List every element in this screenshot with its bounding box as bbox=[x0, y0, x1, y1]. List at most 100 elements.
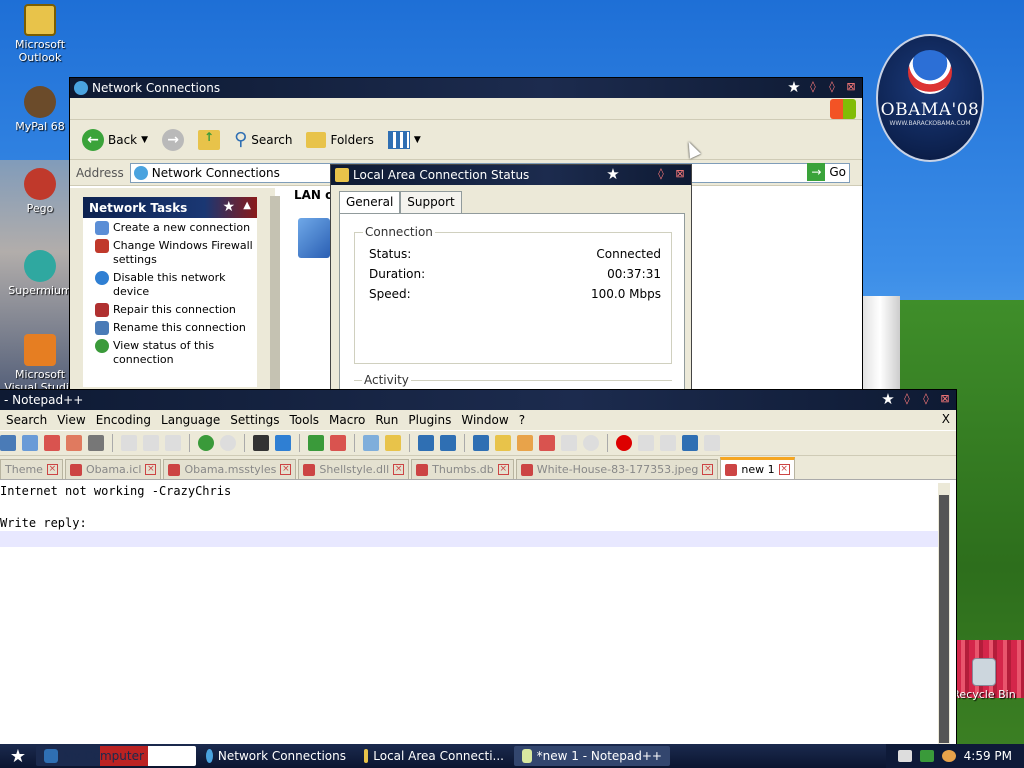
views-button[interactable]: ▼ bbox=[384, 129, 425, 151]
close-document-button[interactable]: X bbox=[942, 412, 950, 426]
menu-window[interactable]: Window bbox=[461, 413, 508, 427]
save-macro-icon[interactable] bbox=[704, 435, 720, 451]
menu-tools[interactable]: Tools bbox=[289, 413, 319, 427]
tab-close-icon[interactable]: × bbox=[145, 464, 157, 475]
tab-support[interactable]: Support bbox=[400, 191, 462, 214]
function-list-icon[interactable] bbox=[539, 435, 555, 451]
tab-close-icon[interactable]: × bbox=[280, 464, 292, 475]
record-macro-icon[interactable] bbox=[616, 435, 632, 451]
start-button[interactable]: ★ bbox=[0, 744, 36, 768]
menu-help[interactable]: ? bbox=[519, 413, 525, 427]
taskbar-button-local-area-connection[interactable]: Local Area Connecti... bbox=[356, 746, 512, 766]
tab-close-icon[interactable]: × bbox=[46, 464, 58, 475]
save-all-icon[interactable] bbox=[22, 435, 38, 451]
close-button[interactable]: ⊠ bbox=[938, 392, 952, 406]
maximize-button[interactable]: ◊ bbox=[825, 80, 839, 94]
find-icon[interactable] bbox=[253, 435, 269, 451]
close-icon[interactable] bbox=[44, 435, 60, 451]
tab-obama-icl[interactable]: Obama.icl × bbox=[64, 459, 162, 479]
up-folder-button[interactable]: ↑ bbox=[194, 128, 224, 152]
word-wrap-icon[interactable] bbox=[418, 435, 434, 451]
chevron-down-icon[interactable]: ▼ bbox=[141, 135, 148, 145]
task-view-status[interactable]: View status of this connection bbox=[83, 336, 257, 368]
menu-plugins[interactable]: Plugins bbox=[408, 413, 451, 427]
folders-button[interactable]: Folders bbox=[302, 130, 377, 150]
monitoring-icon[interactable] bbox=[583, 435, 599, 451]
menu-view[interactable]: View bbox=[57, 413, 85, 427]
task-disable-device[interactable]: Disable this network device bbox=[83, 268, 257, 300]
clock[interactable]: 4:59 PM bbox=[964, 749, 1012, 763]
network-connections-titlebar[interactable]: Network Connections ★ ◊ ◊ ⊠ bbox=[70, 78, 862, 98]
search-button[interactable]: ⚲ Search bbox=[230, 127, 296, 152]
tab-thumbs-db[interactable]: Thumbs.db × bbox=[411, 459, 514, 479]
tab-close-icon[interactable]: × bbox=[702, 464, 714, 475]
udl-icon[interactable] bbox=[495, 435, 511, 451]
minimize-button[interactable]: ◊ bbox=[900, 392, 914, 406]
print-icon[interactable] bbox=[88, 435, 104, 451]
show-all-chars-icon[interactable] bbox=[440, 435, 456, 451]
undo-icon[interactable] bbox=[198, 435, 214, 451]
close-button[interactable]: ⊠ bbox=[844, 80, 858, 94]
redo-icon[interactable] bbox=[220, 435, 236, 451]
taskbar-button-my-computer[interactable]: My Computer bbox=[36, 746, 196, 766]
tab-obama-msstyles[interactable]: Obama.msstyles × bbox=[163, 459, 297, 479]
task-pane-scrollbar[interactable] bbox=[270, 196, 280, 391]
scrollbar-thumb[interactable] bbox=[939, 495, 949, 743]
menu-encoding[interactable]: Encoding bbox=[96, 413, 151, 427]
close-button[interactable]: ⊠ bbox=[673, 167, 687, 181]
tab-close-icon[interactable]: × bbox=[778, 464, 790, 475]
task-repair-connection[interactable]: Repair this connection bbox=[83, 300, 257, 318]
menu-search[interactable]: Search bbox=[6, 413, 47, 427]
indent-guide-icon[interactable] bbox=[473, 435, 489, 451]
close-all-icon[interactable] bbox=[66, 435, 82, 451]
task-change-firewall[interactable]: Change Windows Firewall settings bbox=[83, 236, 257, 268]
sync-horizontal-icon[interactable] bbox=[385, 435, 401, 451]
tab-new-1[interactable]: new 1 × bbox=[720, 457, 795, 479]
back-button[interactable]: ← Back ▼ bbox=[78, 127, 152, 153]
tab-general[interactable]: General bbox=[339, 191, 401, 214]
lan-status-titlebar[interactable]: Local Area Connection Status ★ ◊ ⊠ bbox=[331, 165, 691, 185]
minimize-button[interactable]: ◊ bbox=[806, 80, 820, 94]
menu-macro[interactable]: Macro bbox=[329, 413, 365, 427]
network-tasks-header[interactable]: Network Tasks ★ ▲ bbox=[83, 197, 257, 218]
network-tray-icon[interactable] bbox=[919, 750, 934, 762]
star-icon[interactable]: ★ bbox=[881, 392, 895, 407]
desktop-icon-pego[interactable]: Pego bbox=[0, 168, 80, 215]
search-icon[interactable] bbox=[941, 750, 956, 762]
folder-workspace-icon[interactable] bbox=[561, 435, 577, 451]
star-icon[interactable]: ★ bbox=[787, 80, 801, 95]
play-macro-icon[interactable] bbox=[660, 435, 676, 451]
run-macro-multiple-icon[interactable] bbox=[682, 435, 698, 451]
menu-language[interactable]: Language bbox=[161, 413, 220, 427]
copy-icon[interactable] bbox=[143, 435, 159, 451]
zoom-out-icon[interactable] bbox=[330, 435, 346, 451]
tab-shellstyle-dll[interactable]: Shellstyle.dll × bbox=[298, 459, 410, 479]
collapse-icon[interactable]: ▲ bbox=[243, 200, 251, 211]
sync-vertical-icon[interactable] bbox=[363, 435, 379, 451]
desktop-icon-outlook[interactable]: Microsoft Outlook bbox=[0, 4, 80, 64]
doc-map-icon[interactable] bbox=[517, 435, 533, 451]
cut-icon[interactable] bbox=[121, 435, 137, 451]
desktop-icon-mypal[interactable]: MyPal 68 bbox=[0, 86, 80, 133]
maximize-button[interactable]: ◊ bbox=[919, 392, 933, 406]
forward-button[interactable]: → bbox=[158, 127, 188, 153]
task-rename-connection[interactable]: Rename this connection bbox=[83, 318, 257, 336]
star-icon[interactable]: ★ bbox=[606, 167, 620, 182]
replace-icon[interactable] bbox=[275, 435, 291, 451]
tab-close-icon[interactable]: × bbox=[393, 464, 405, 475]
tab-white-house-jpeg[interactable]: White-House-83-177353.jpeg × bbox=[515, 459, 719, 479]
taskbar-button-notepad[interactable]: *new 1 - Notepad++ bbox=[514, 746, 670, 766]
tab-theme[interactable]: Theme × bbox=[0, 459, 63, 479]
stop-macro-icon[interactable] bbox=[638, 435, 654, 451]
desktop-icon-supermium[interactable]: Supermium bbox=[0, 250, 80, 297]
text-editor[interactable]: Internet not working -CrazyChris Write r… bbox=[0, 483, 939, 745]
go-button[interactable]: → Go bbox=[807, 163, 846, 181]
help-button[interactable]: ◊ bbox=[654, 167, 668, 181]
tab-close-icon[interactable]: × bbox=[497, 464, 509, 475]
paste-icon[interactable] bbox=[165, 435, 181, 451]
keyboard-icon[interactable] bbox=[897, 750, 912, 762]
editor-scrollbar[interactable] bbox=[938, 483, 950, 745]
menu-run[interactable]: Run bbox=[375, 413, 398, 427]
taskbar-button-network-connections[interactable]: Network Connections bbox=[198, 746, 354, 766]
notepad-titlebar[interactable]: - Notepad++ ★ ◊ ◊ ⊠ bbox=[0, 390, 956, 410]
